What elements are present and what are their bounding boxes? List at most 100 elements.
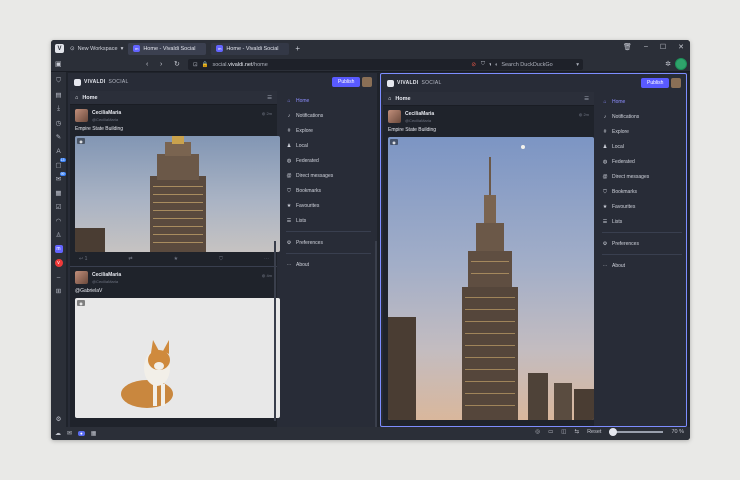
panel-toggle-icon[interactable]: ▣ (55, 60, 62, 68)
zoom-reset-button[interactable]: Reset (587, 429, 601, 435)
reading-list-icon[interactable]: ▤ (55, 91, 63, 99)
calendar-status-icon[interactable]: ▦ (91, 430, 97, 437)
hide-media-icon[interactable]: ◉ (77, 300, 85, 306)
boost-icon[interactable]: ⇄ (128, 256, 132, 262)
page-actions-icon[interactable]: ⇆ (574, 429, 579, 435)
author-name[interactable]: CeciliaMaria (92, 272, 121, 278)
post-image[interactable]: ◉ (388, 137, 594, 420)
nav-federated[interactable]: ◍ Federated (280, 153, 377, 168)
nav-local[interactable]: ♟ Local (280, 138, 377, 153)
notes-icon[interactable]: ✎ (55, 133, 63, 141)
nav-federated[interactable]: ◍ Federated (596, 154, 686, 169)
maximize-icon[interactable]: ☐ (660, 43, 666, 51)
author-name[interactable]: CeciliaMaria (92, 110, 121, 116)
close-icon[interactable]: ✕ (678, 43, 684, 51)
column-settings-icon[interactable]: ☰ (584, 96, 589, 102)
workspace-switcher[interactable]: ⊙ New Workspace ▾ (70, 46, 123, 52)
nav-explore[interactable]: # Explore (596, 124, 686, 139)
zoom-slider-handle[interactable] (609, 428, 618, 436)
bookmark-post-icon[interactable]: ⛉ (219, 256, 223, 262)
tab-home-2[interactable]: m Home - Vivaldi Social (211, 42, 290, 55)
publish-button[interactable]: Publish (332, 77, 361, 87)
profile-avatar[interactable] (675, 58, 687, 70)
vivaldi-social-logo[interactable]: VIVALDI SOCIAL (74, 78, 129, 86)
home-column-header[interactable]: ⌂ Home ☰ (70, 91, 277, 105)
bookmark-icon[interactable]: ⛉ (481, 61, 485, 68)
vivaldi-social-logo[interactable]: VIVALDI SOCIAL (387, 79, 442, 87)
translate-icon[interactable]: A (55, 147, 63, 155)
add-panel-icon[interactable]: ⊞ (55, 287, 63, 295)
nav-bookmarks[interactable]: ⛉ Bookmarks (280, 183, 377, 198)
nav-lists[interactable]: ☰ Lists (596, 214, 686, 229)
nav-home[interactable]: ⌂ Home (596, 94, 686, 109)
trash-icon[interactable]: 🗑 (623, 43, 632, 51)
hide-media-icon[interactable]: ◉ (77, 138, 85, 144)
mail-icon[interactable]: ✉ 99 (55, 172, 66, 183)
nav-bookmarks[interactable]: ⛉ Bookmarks (596, 184, 686, 199)
nav-local[interactable]: ♟ Local (596, 139, 686, 154)
author-avatar[interactable] (75, 109, 88, 122)
column-settings-icon[interactable]: ☰ (267, 95, 272, 101)
panel-scrollbar[interactable] (686, 184, 687, 427)
vivaldi-menu-icon[interactable]: V (55, 44, 64, 53)
hide-media-icon[interactable]: ◉ (390, 139, 398, 145)
favourite-icon[interactable]: ★ (174, 256, 178, 262)
post-image[interactable]: ◉ (75, 136, 280, 252)
window-panel-icon[interactable]: ▢ 13 (55, 158, 66, 169)
url-field[interactable]: ⊡ 🔒 social.vivaldi.net/home ⊘ ⛉ ▾ (188, 59, 494, 70)
mail-status-icon[interactable]: ✉ (67, 430, 72, 437)
forward-icon[interactable]: › (160, 61, 162, 68)
nav-explore[interactable]: # Explore (280, 123, 377, 138)
tasks-icon[interactable]: ☑ (55, 203, 63, 211)
account-avatar[interactable] (671, 78, 681, 88)
nav-about[interactable]: ⋯ About (596, 258, 686, 273)
chevron-down-icon[interactable]: ▾ (576, 62, 579, 68)
status-post[interactable]: CeciliaMaria @CeciliaMaria ◍ 2m Empire S… (383, 106, 594, 420)
nav-notifications[interactable]: ♪ Notifications (280, 108, 377, 123)
nav-favourites[interactable]: ★ Favourites (596, 199, 686, 214)
downloads-icon[interactable]: ⤓ (55, 105, 63, 113)
image-toggle-icon[interactable]: ▭ (548, 429, 553, 435)
account-avatar[interactable] (362, 77, 372, 87)
nav-direct-messages[interactable]: @ Direct messages (280, 168, 377, 183)
mastodon-panel-icon[interactable]: m (54, 245, 63, 253)
nav-lists[interactable]: ☰ Lists (280, 213, 377, 228)
tab-home-1[interactable]: m Home - Vivaldi Social (128, 42, 207, 55)
publish-button[interactable]: Publish (641, 78, 670, 88)
extensions-icon[interactable]: ✲ (665, 60, 671, 68)
nav-about[interactable]: ⋯ About (280, 257, 377, 272)
new-tab-button[interactable]: + (295, 44, 300, 53)
author-avatar[interactable] (75, 271, 88, 284)
status-post[interactable]: CeciliaMaria @CeciliaMaria ◍ 4m @Gabriel… (70, 267, 280, 418)
block-icon[interactable]: ⊘ (471, 62, 476, 68)
contacts-icon[interactable]: ♙ (55, 231, 63, 239)
post-image[interactable]: ◉ (75, 298, 280, 418)
page-tiling-icon[interactable]: ◫ (561, 429, 566, 435)
minimize-icon[interactable]: – (644, 43, 648, 51)
cloud-sync-icon[interactable]: ☁ (55, 430, 61, 437)
column-scrollbar[interactable] (274, 241, 276, 421)
search-field[interactable]: ◐ Search DuckDuckGo ▾ (491, 59, 583, 70)
capture-icon[interactable]: ◎ (535, 429, 540, 435)
more-icon[interactable]: ⋯ (264, 256, 269, 262)
nav-preferences[interactable]: ⚙ Preferences (596, 236, 686, 251)
nav-preferences[interactable]: ⚙ Preferences (280, 235, 377, 250)
status-post[interactable]: CeciliaMaria @CeciliaMaria ◍ 2m Empire S… (70, 105, 280, 266)
panel-scrollbar[interactable] (375, 241, 377, 427)
feeds-icon[interactable]: ◠ (55, 217, 63, 225)
nav-direct-messages[interactable]: @ Direct messages (596, 169, 686, 184)
reply-button[interactable]: ↩ 1 (79, 256, 87, 262)
zoom-slider[interactable] (609, 428, 664, 436)
bookmarks-panel-icon[interactable]: ⛉ (55, 77, 63, 85)
nav-home[interactable]: ⌂ Home (280, 93, 377, 108)
history-icon[interactable]: ◷ (55, 119, 63, 127)
nav-favourites[interactable]: ★ Favourites (280, 198, 377, 213)
author-avatar[interactable] (388, 110, 401, 123)
vivaldi-panel-icon[interactable]: v (54, 259, 63, 267)
home-column-header[interactable]: ⌂ Home ☰ (383, 92, 594, 106)
calendar-icon[interactable]: ▦ (55, 189, 63, 197)
chat-status-icon[interactable]: ● (78, 431, 85, 436)
author-name[interactable]: CeciliaMaria (405, 111, 434, 117)
back-icon[interactable]: ‹ (146, 61, 148, 68)
settings-gear-icon[interactable]: ⚙ (55, 415, 63, 423)
